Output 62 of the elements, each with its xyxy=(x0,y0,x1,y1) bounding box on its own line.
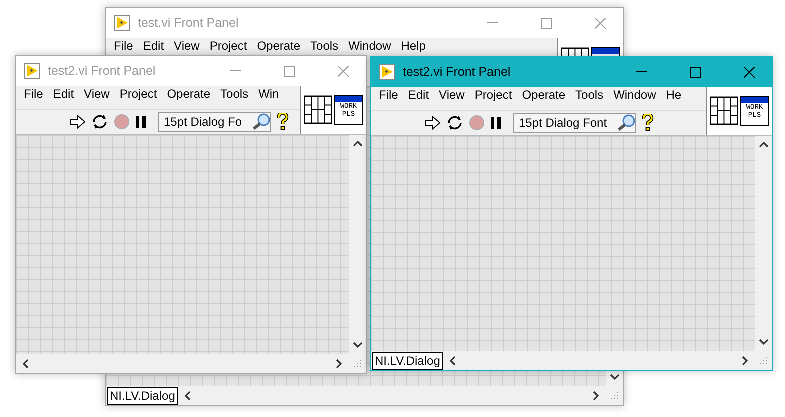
menu-item[interactable]: File xyxy=(109,39,138,53)
minimize-icon[interactable] xyxy=(636,71,646,73)
scroll-right-icon[interactable] xyxy=(335,358,343,370)
scroll-up-icon[interactable] xyxy=(352,139,364,149)
scroll-down-icon[interactable] xyxy=(352,340,364,350)
help-icon[interactable] xyxy=(642,114,654,132)
maximize-icon[interactable] xyxy=(690,66,700,78)
menu-item[interactable]: Project xyxy=(470,88,518,102)
scroll-right-icon[interactable] xyxy=(592,390,600,402)
scroll-down-icon[interactable] xyxy=(758,337,770,347)
help-icon[interactable] xyxy=(277,113,290,131)
scroll-down-icon[interactable] xyxy=(608,372,620,382)
connector-pane-icon xyxy=(710,96,738,126)
style-label: NI.LV.Dialog xyxy=(107,386,178,404)
app-icon xyxy=(114,15,130,31)
window-title: test.vi Front Panel xyxy=(138,16,240,30)
menu-item[interactable]: Window xyxy=(608,88,662,102)
menu-item[interactable]: File xyxy=(19,87,48,101)
menu-item[interactable]: Project xyxy=(114,87,162,101)
menu-item[interactable]: He xyxy=(661,88,687,102)
menu-item[interactable]: Edit xyxy=(403,88,434,102)
search-icon[interactable] xyxy=(617,114,638,132)
menu-item[interactable]: Operate xyxy=(517,88,571,102)
style-label: NI.LV.Dialog xyxy=(372,352,444,370)
pause-icon[interactable] xyxy=(135,115,147,129)
menu-item[interactable]: Win xyxy=(254,87,284,101)
run-continuously-icon[interactable] xyxy=(91,114,109,130)
scroll-left-icon[interactable] xyxy=(22,358,30,370)
window-title: test2.vi Front Panel xyxy=(403,65,512,79)
menu-item[interactable]: Edit xyxy=(138,39,170,53)
window-title: test2.vi Front Panel xyxy=(48,64,157,78)
font-field[interactable]: 15pt Dialog Font xyxy=(513,113,636,133)
resize-grip-icon[interactable] xyxy=(759,356,768,365)
resize-grip-icon[interactable] xyxy=(610,391,619,400)
menu-item[interactable]: View xyxy=(169,39,205,53)
connector-pane-icon xyxy=(304,95,332,125)
menu-item[interactable]: View xyxy=(79,87,115,101)
menu-item[interactable]: Tools xyxy=(570,88,609,102)
scroll-left-icon[interactable] xyxy=(449,354,458,366)
search-icon[interactable] xyxy=(252,113,272,131)
resize-grip-icon[interactable] xyxy=(353,359,362,368)
pause-icon[interactable] xyxy=(490,116,502,130)
font-field[interactable]: 15pt Dialog Fo xyxy=(158,112,272,132)
menu-item[interactable]: Operate xyxy=(252,39,306,53)
menu-item[interactable]: Tools xyxy=(216,87,254,101)
menu-item[interactable]: Project xyxy=(204,39,252,53)
scroll-left-icon[interactable] xyxy=(184,390,192,402)
menu-item[interactable]: Help xyxy=(396,39,431,53)
menu-item[interactable]: Tools xyxy=(306,39,344,53)
run-arrow-icon[interactable] xyxy=(425,116,441,130)
app-icon xyxy=(24,63,40,79)
scroll-right-icon[interactable] xyxy=(741,354,749,366)
run-continuously-icon[interactable] xyxy=(446,115,464,131)
menu-item[interactable]: Edit xyxy=(48,87,80,101)
close-icon[interactable] xyxy=(744,66,754,78)
app-icon xyxy=(379,64,395,80)
menu-item[interactable]: View xyxy=(434,88,470,102)
menu-item[interactable]: File xyxy=(374,88,404,102)
run-arrow-icon[interactable] xyxy=(70,115,86,129)
scroll-up-icon[interactable] xyxy=(758,140,770,150)
menu-item[interactable]: Operate xyxy=(162,87,216,101)
menu-item[interactable]: Window xyxy=(344,39,396,53)
